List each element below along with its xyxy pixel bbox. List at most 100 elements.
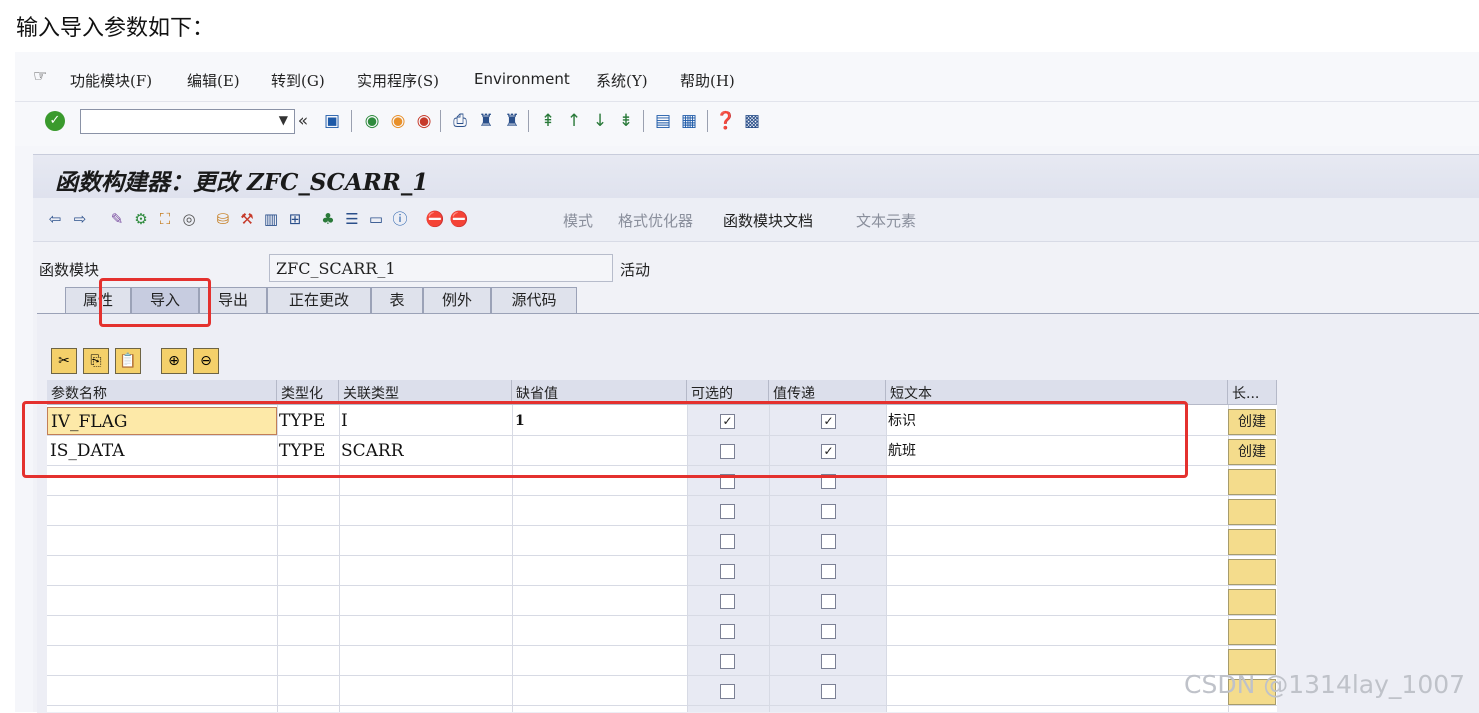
- toolbar-separator: [440, 110, 441, 132]
- navigation-window-icon[interactable]: ⊞: [285, 209, 305, 229]
- copy-icon[interactable]: ⎘: [83, 348, 109, 374]
- optional-checkbox[interactable]: [720, 654, 735, 669]
- collapse-icon[interactable]: «: [292, 110, 314, 132]
- optional-checkbox[interactable]: [720, 684, 735, 699]
- text-elements-button[interactable]: 文本元素: [856, 210, 916, 231]
- row-divider: [47, 645, 1277, 646]
- first-page-icon[interactable]: ⇞: [537, 110, 559, 132]
- exit-icon[interactable]: ◉: [387, 110, 409, 132]
- delete-row-icon[interactable]: ⊖: [193, 348, 219, 374]
- optional-checkbox[interactable]: [720, 624, 735, 639]
- pass-by-value-checkbox[interactable]: [821, 504, 836, 519]
- cancel-icon[interactable]: ◉: [413, 110, 435, 132]
- tab-tables[interactable]: 表: [371, 287, 423, 314]
- insert-row-icon[interactable]: ⊕: [161, 348, 187, 374]
- toolbar-separator: [351, 110, 352, 132]
- cut-icon[interactable]: ✂: [51, 348, 77, 374]
- optional-checkbox[interactable]: [720, 534, 735, 549]
- forward-arrow-icon[interactable]: ⇨: [70, 209, 90, 229]
- optional-checkbox[interactable]: [720, 504, 735, 519]
- long-text-button[interactable]: [1228, 589, 1276, 615]
- next-page-icon[interactable]: ↓: [589, 110, 611, 132]
- breakpoint-icon[interactable]: ⛔: [449, 209, 469, 229]
- sap-window: ☞ 功能模块(F) 编辑(E) 转到(G) 实用程序(S) Environmen…: [15, 52, 1479, 713]
- enter-icon[interactable]: ✓: [45, 111, 65, 131]
- watermark-text: CSDN @1314lay_1007: [1184, 670, 1466, 699]
- previous-page-icon[interactable]: ↑: [563, 110, 585, 132]
- paste-icon[interactable]: 📋: [115, 348, 141, 374]
- pass-by-value-checkbox[interactable]: [821, 594, 836, 609]
- where-used-icon[interactable]: ⛁: [213, 209, 233, 229]
- long-text-button[interactable]: 创建: [1228, 439, 1276, 465]
- menu-utilities[interactable]: 实用程序(S): [357, 70, 439, 91]
- tab-exceptions[interactable]: 例外: [423, 287, 491, 314]
- print-icon[interactable]: ⎙: [449, 110, 471, 132]
- long-text-button[interactable]: 创建: [1228, 409, 1276, 435]
- back-arrow-icon[interactable]: ⇦: [45, 209, 65, 229]
- shortcut-icon[interactable]: ▦: [678, 110, 700, 132]
- long-text-button[interactable]: [1228, 559, 1276, 585]
- pass-by-value-checkbox[interactable]: [821, 534, 836, 549]
- command-field[interactable]: ▼: [80, 109, 295, 134]
- stop-icon[interactable]: ⛔: [425, 209, 445, 229]
- layout-menu-icon[interactable]: ▩: [741, 110, 763, 132]
- find-icon[interactable]: ♜: [475, 110, 497, 132]
- fm-documentation-button[interactable]: 函数模块文档: [723, 210, 813, 231]
- toolbar-separator: [707, 110, 708, 132]
- row-divider: [47, 615, 1277, 616]
- long-text-button[interactable]: [1228, 499, 1276, 525]
- object-list-icon[interactable]: ▥: [261, 209, 281, 229]
- highlight-box-tab: [99, 278, 211, 327]
- row-divider: [47, 705, 1277, 706]
- display-change-icon[interactable]: ✎: [107, 209, 127, 229]
- pass-by-value-checkbox[interactable]: [821, 564, 836, 579]
- menu-environment[interactable]: Environment: [474, 70, 570, 88]
- back-icon[interactable]: ◉: [361, 110, 383, 132]
- optional-checkbox[interactable]: [720, 594, 735, 609]
- row-divider: [47, 495, 1277, 496]
- pass-by-value-checkbox[interactable]: [821, 684, 836, 699]
- new-session-icon[interactable]: ▤: [652, 110, 674, 132]
- dropdown-arrow-icon[interactable]: ▼: [279, 113, 288, 127]
- split-icon[interactable]: ▭: [366, 209, 386, 229]
- check-icon[interactable]: ⛶: [155, 209, 175, 229]
- long-text-button[interactable]: [1228, 529, 1276, 555]
- toolbar-separator: [528, 110, 529, 132]
- find-next-icon[interactable]: ♜: [501, 110, 523, 132]
- tab-source-code[interactable]: 源代码: [491, 287, 577, 314]
- optional-checkbox[interactable]: [720, 564, 735, 579]
- menu-goto[interactable]: 转到(G): [271, 70, 325, 91]
- title-bar: 函数构建器：更改 ZFC_SCARR_1: [33, 154, 1479, 198]
- test-icon[interactable]: ⚒: [237, 209, 257, 229]
- row-divider: [47, 675, 1277, 676]
- menu-function-module[interactable]: 功能模块(F): [70, 70, 152, 91]
- menu-help[interactable]: 帮助(H): [680, 70, 735, 91]
- long-text-button[interactable]: [1228, 619, 1276, 645]
- active-inactive-icon[interactable]: ⚙: [131, 209, 151, 229]
- pretty-icon[interactable]: ☰: [342, 209, 362, 229]
- long-text-button[interactable]: [1228, 469, 1276, 495]
- row-divider: [47, 555, 1277, 556]
- save-icon[interactable]: ▣: [321, 110, 343, 132]
- status-label: 活动: [620, 261, 651, 279]
- mode-button[interactable]: 模式: [563, 210, 593, 231]
- row-divider: [47, 525, 1277, 526]
- caption-text: 输入导入参数如下：: [16, 16, 215, 41]
- function-module-label: 函数模块: [39, 261, 100, 279]
- row-divider: [47, 585, 1277, 586]
- pass-by-value-checkbox[interactable]: [821, 624, 836, 639]
- activate-icon[interactable]: ◎: [179, 209, 199, 229]
- menu-edit[interactable]: 编辑(E): [187, 70, 240, 91]
- menu-icon[interactable]: ☞: [33, 66, 47, 85]
- pass-by-value-checkbox[interactable]: [821, 654, 836, 669]
- menu-system[interactable]: 系统(Y): [596, 70, 648, 91]
- last-page-icon[interactable]: ⇟: [615, 110, 637, 132]
- toolbar-separator: [643, 110, 644, 132]
- info-icon[interactable]: ⓘ: [390, 209, 410, 229]
- help-icon[interactable]: ❓: [715, 110, 737, 132]
- column-header[interactable]: 长...: [1228, 380, 1277, 405]
- hierarchy-icon[interactable]: ♣: [318, 209, 338, 229]
- tab-changing[interactable]: 正在更改: [267, 287, 371, 314]
- pretty-printer-button[interactable]: 格式优化器: [618, 210, 693, 231]
- function-module-field[interactable]: ZFC_SCARR_1: [269, 254, 613, 282]
